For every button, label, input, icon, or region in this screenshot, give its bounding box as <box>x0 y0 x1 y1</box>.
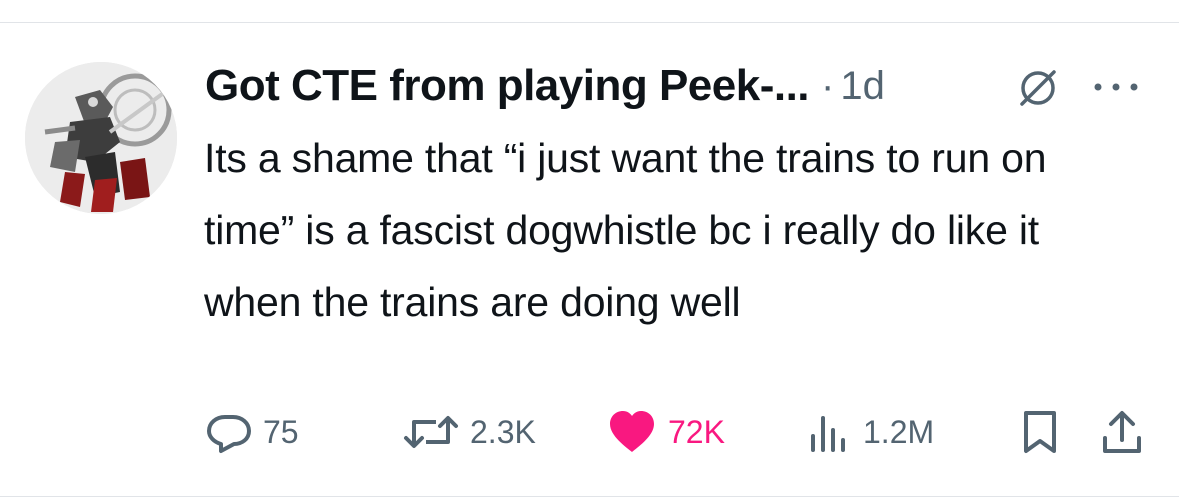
share-icon <box>1100 408 1144 456</box>
like-count: 72K <box>668 413 725 450</box>
more-icon[interactable] <box>1088 70 1144 104</box>
reply-count: 75 <box>263 413 299 450</box>
separator-dot: · <box>821 63 835 108</box>
repost-button[interactable]: 2.3K <box>402 400 536 464</box>
views-icon <box>805 408 853 456</box>
avatar[interactable] <box>25 62 177 214</box>
post-time[interactable]: 1d <box>840 64 885 109</box>
views-button[interactable]: 1.2M <box>805 400 934 464</box>
repost-icon <box>402 408 460 456</box>
reply-button[interactable]: 75 <box>205 400 299 464</box>
bottom-divider <box>0 496 1179 497</box>
views-count: 1.2M <box>863 413 935 450</box>
post-text: Its a shame that “i just want the trains… <box>204 135 1047 325</box>
reply-icon <box>205 408 253 456</box>
action-bar: 75 2.3K 72K 1.2M <box>0 400 1179 464</box>
author-name[interactable]: Got CTE from playing Peek-... <box>205 61 810 111</box>
post-header: Got CTE from playing Peek-... · 1d <box>205 56 885 116</box>
share-button[interactable] <box>1100 400 1144 464</box>
like-button[interactable]: 72K <box>606 400 725 464</box>
top-divider <box>0 22 1179 23</box>
repost-count: 2.3K <box>470 413 536 450</box>
grok-icon[interactable] <box>1016 66 1060 110</box>
heart-icon <box>606 408 658 456</box>
bookmark-icon <box>1020 408 1060 456</box>
bookmark-button[interactable] <box>1020 400 1060 464</box>
